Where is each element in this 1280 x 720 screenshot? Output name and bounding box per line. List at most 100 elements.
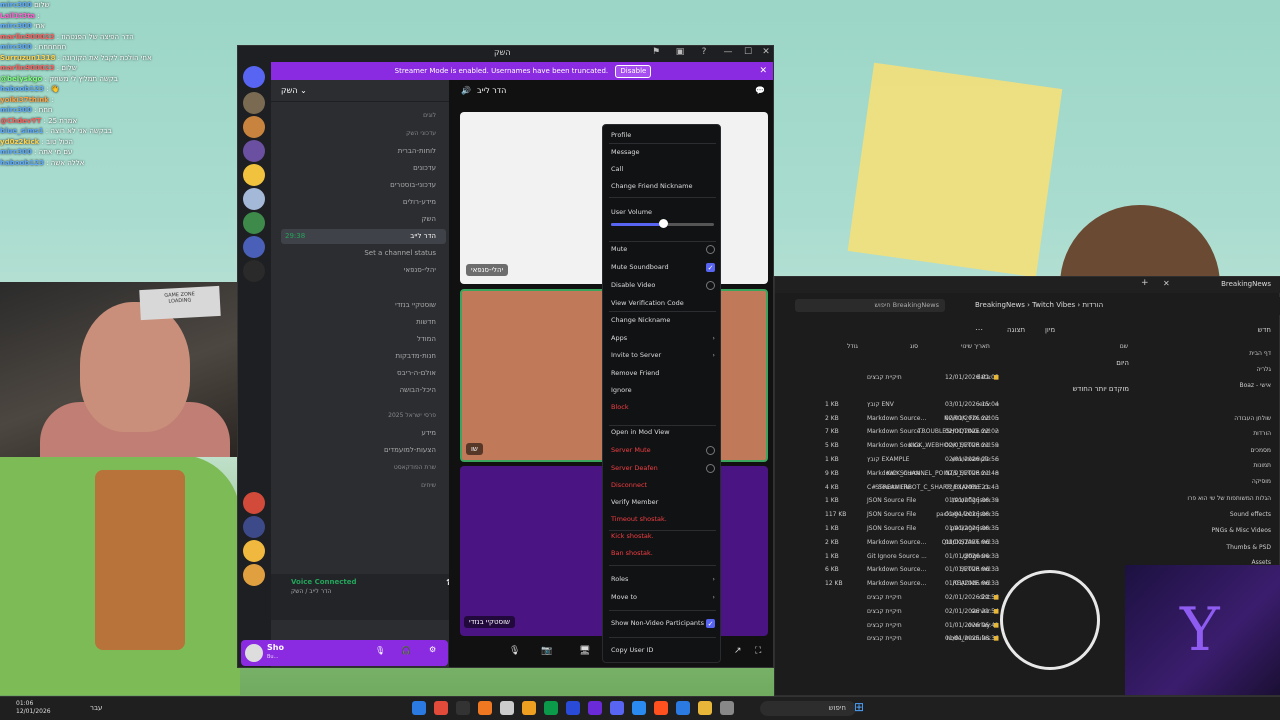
app-icon[interactable]: [456, 701, 470, 715]
menu-item-kick-shostak[interactable]: Kick shostak.: [611, 529, 717, 543]
nav-item[interactable]: מוסיקה: [1136, 475, 1271, 488]
app-icon[interactable]: [588, 701, 602, 715]
app-icon[interactable]: [412, 701, 426, 715]
close-button[interactable]: ✕: [756, 47, 773, 57]
server-icon[interactable]: [243, 540, 265, 562]
menu-item-change-friend-nickname[interactable]: Change Friend Nickname: [611, 179, 717, 193]
breadcrumb-item[interactable]: BreakingNews: [975, 301, 1025, 309]
clock[interactable]: 01:06 12/01/2026: [16, 700, 51, 716]
menu-item-block[interactable]: Block: [611, 400, 717, 414]
channel-item[interactable]: חנות-מדבקות: [281, 349, 446, 364]
nav-item[interactable]: שולחן העבודה: [1136, 412, 1271, 425]
app-icon[interactable]: [478, 701, 492, 715]
channel-category[interactable]: פרסי ישראל 2025: [281, 408, 446, 423]
help-icon[interactable]: ?: [694, 47, 714, 57]
nav-item[interactable]: Thumbs & PSD: [1136, 541, 1271, 554]
menu-item-move-to[interactable]: Move to ›: [611, 590, 717, 604]
menu-item-open-in-mod-view[interactable]: Open in Mod View: [611, 425, 717, 439]
col-type[interactable]: סוג: [910, 343, 918, 350]
sort-button[interactable]: מיון: [1045, 326, 1055, 334]
minimize-button[interactable]: —: [718, 47, 738, 57]
microphone-icon[interactable]: 🎙: [375, 646, 385, 655]
menu-item-verify-member[interactable]: Verify Member: [611, 495, 717, 509]
menu-item-call[interactable]: Call: [611, 162, 717, 176]
menu-item-change-nickname[interactable]: Change Nickname: [611, 313, 717, 327]
app-icon[interactable]: [434, 701, 448, 715]
server-icon[interactable]: [243, 260, 265, 282]
close-icon[interactable]: ✕: [759, 62, 767, 80]
col-date[interactable]: תאריך שינוי: [961, 343, 990, 350]
menu-item-roles[interactable]: Roles ›: [611, 572, 717, 586]
menu-item-remove-friend[interactable]: Remove Friend: [611, 366, 717, 380]
nav-item[interactable]: גלריה: [1136, 363, 1271, 376]
channel-category[interactable]: שרת הפודקאסט: [281, 460, 446, 475]
file-row[interactable]: 2 KB Markdown Source... 01/01/2026 06:33 QU…: [775, 536, 1140, 549]
server-icon[interactable]: [243, 516, 265, 538]
menu-item-disable-video[interactable]: Disable Video: [611, 278, 717, 292]
home-icon[interactable]: [243, 66, 265, 88]
file-row[interactable]: 9 KB Markdown Source... 02/01/2026 21:48 KI…: [775, 467, 1140, 480]
nav-item[interactable]: הגלות המשותפות של שי הוא פרו: [1136, 492, 1271, 505]
nav-item[interactable]: הורדות: [1136, 427, 1271, 440]
taskbar-search[interactable]: חיפוש: [760, 701, 856, 716]
file-row[interactable]: 117 KB JSON Source File 01/01/2026 06:35 pa…: [775, 508, 1140, 521]
channel-item[interactable]: חדשות: [281, 315, 446, 330]
col-name[interactable]: שם: [1120, 343, 1128, 350]
channel-item[interactable]: מידע-רולים: [281, 195, 446, 210]
file-row[interactable]: 1 KB JSON Source File 01/01/2026 06:39 tsco…: [775, 494, 1140, 507]
app-icon[interactable]: [610, 701, 624, 715]
nav-item[interactable]: מסמכים: [1136, 444, 1271, 457]
disable-streamer-mode-button[interactable]: Disable: [615, 65, 652, 78]
nav-item[interactable]: Sound effects: [1136, 508, 1271, 521]
pin-icon[interactable]: ⚑: [646, 47, 666, 57]
server-icon[interactable]: [243, 92, 265, 114]
menu-item-apps[interactable]: Apps ›: [611, 331, 717, 345]
app-icon[interactable]: [698, 701, 712, 715]
channel-item[interactable]: Set a channel status: [281, 246, 446, 261]
file-row[interactable]: 2 KB Markdown Source... 02/01/2026 22:05 NG…: [775, 412, 1140, 425]
fullscreen-icon[interactable]: ⛶: [755, 646, 761, 656]
new-tab-icon[interactable]: +: [1141, 278, 1149, 288]
app-icon[interactable]: [654, 701, 668, 715]
server-icon[interactable]: [243, 236, 265, 258]
camera-icon[interactable]: 📷: [541, 646, 552, 656]
checkbox[interactable]: [706, 464, 715, 473]
checkbox[interactable]: ✓: [706, 619, 715, 628]
app-icon[interactable]: [720, 701, 734, 715]
server-icon[interactable]: [243, 188, 265, 210]
channel-item[interactable]: עדכוני-בוסטרים: [281, 178, 446, 193]
menu-item-profile[interactable]: Profile: [611, 128, 717, 142]
app-icon[interactable]: [632, 701, 646, 715]
file-row[interactable]: 1 KB קובץ ENV 03/01/2026 15:04 .env ▫: [775, 398, 1140, 411]
search-input[interactable]: חיפוש BreakingNews: [795, 299, 945, 312]
channel-item[interactable]: שוסטקיי בנזדי: [281, 298, 446, 313]
popout-icon[interactable]: ↗: [734, 646, 742, 656]
channel-item[interactable]: אולם-ה-ריבס: [281, 366, 446, 381]
channel-item[interactable]: מידע: [281, 426, 446, 441]
menu-item-server-mute[interactable]: Server Mute: [611, 443, 717, 457]
checkbox[interactable]: ✓: [706, 263, 715, 272]
app-icon[interactable]: [566, 701, 580, 715]
file-row[interactable]: 1 KB JSON Source File 01/01/2026 06:35 pack…: [775, 522, 1140, 535]
checkbox[interactable]: [706, 245, 715, 254]
checkbox[interactable]: [706, 446, 715, 455]
channel-category[interactable]: שיחים: [281, 478, 446, 493]
checkbox[interactable]: [706, 281, 715, 290]
menu-item-view-verification-code[interactable]: View Verification Code: [611, 296, 717, 310]
menu-item-invite-to-server[interactable]: Invite to Server ›: [611, 348, 717, 362]
more-icon[interactable]: ⋯: [975, 325, 983, 334]
channel-item[interactable]: עדכונים: [281, 161, 446, 176]
menu-item-mute[interactable]: Mute: [611, 242, 717, 256]
menu-item-ignore[interactable]: Ignore: [611, 383, 717, 397]
app-icon[interactable]: [676, 701, 690, 715]
file-row[interactable]: 4 KB C# Source File 02/01/2026 21:43 STREAM…: [775, 481, 1140, 494]
server-header[interactable]: השק ⌄: [271, 80, 449, 102]
file-row[interactable]: 6 KB Markdown Source... 01/01/2026 06:33 SE…: [775, 563, 1140, 576]
title-bar[interactable]: השק ⚑ ▣ ? — ☐ ✕: [238, 46, 773, 62]
menu-item-show-non-video-participants[interactable]: Show Non-Video Participants ✓: [611, 616, 717, 630]
server-icon[interactable]: [243, 140, 265, 162]
col-size[interactable]: גודל: [847, 343, 858, 350]
channel-item[interactable]: הצעות-למועמדים: [281, 443, 446, 458]
language-indicator[interactable]: עבר: [90, 704, 102, 712]
view-button[interactable]: תצוגה: [1007, 326, 1025, 334]
